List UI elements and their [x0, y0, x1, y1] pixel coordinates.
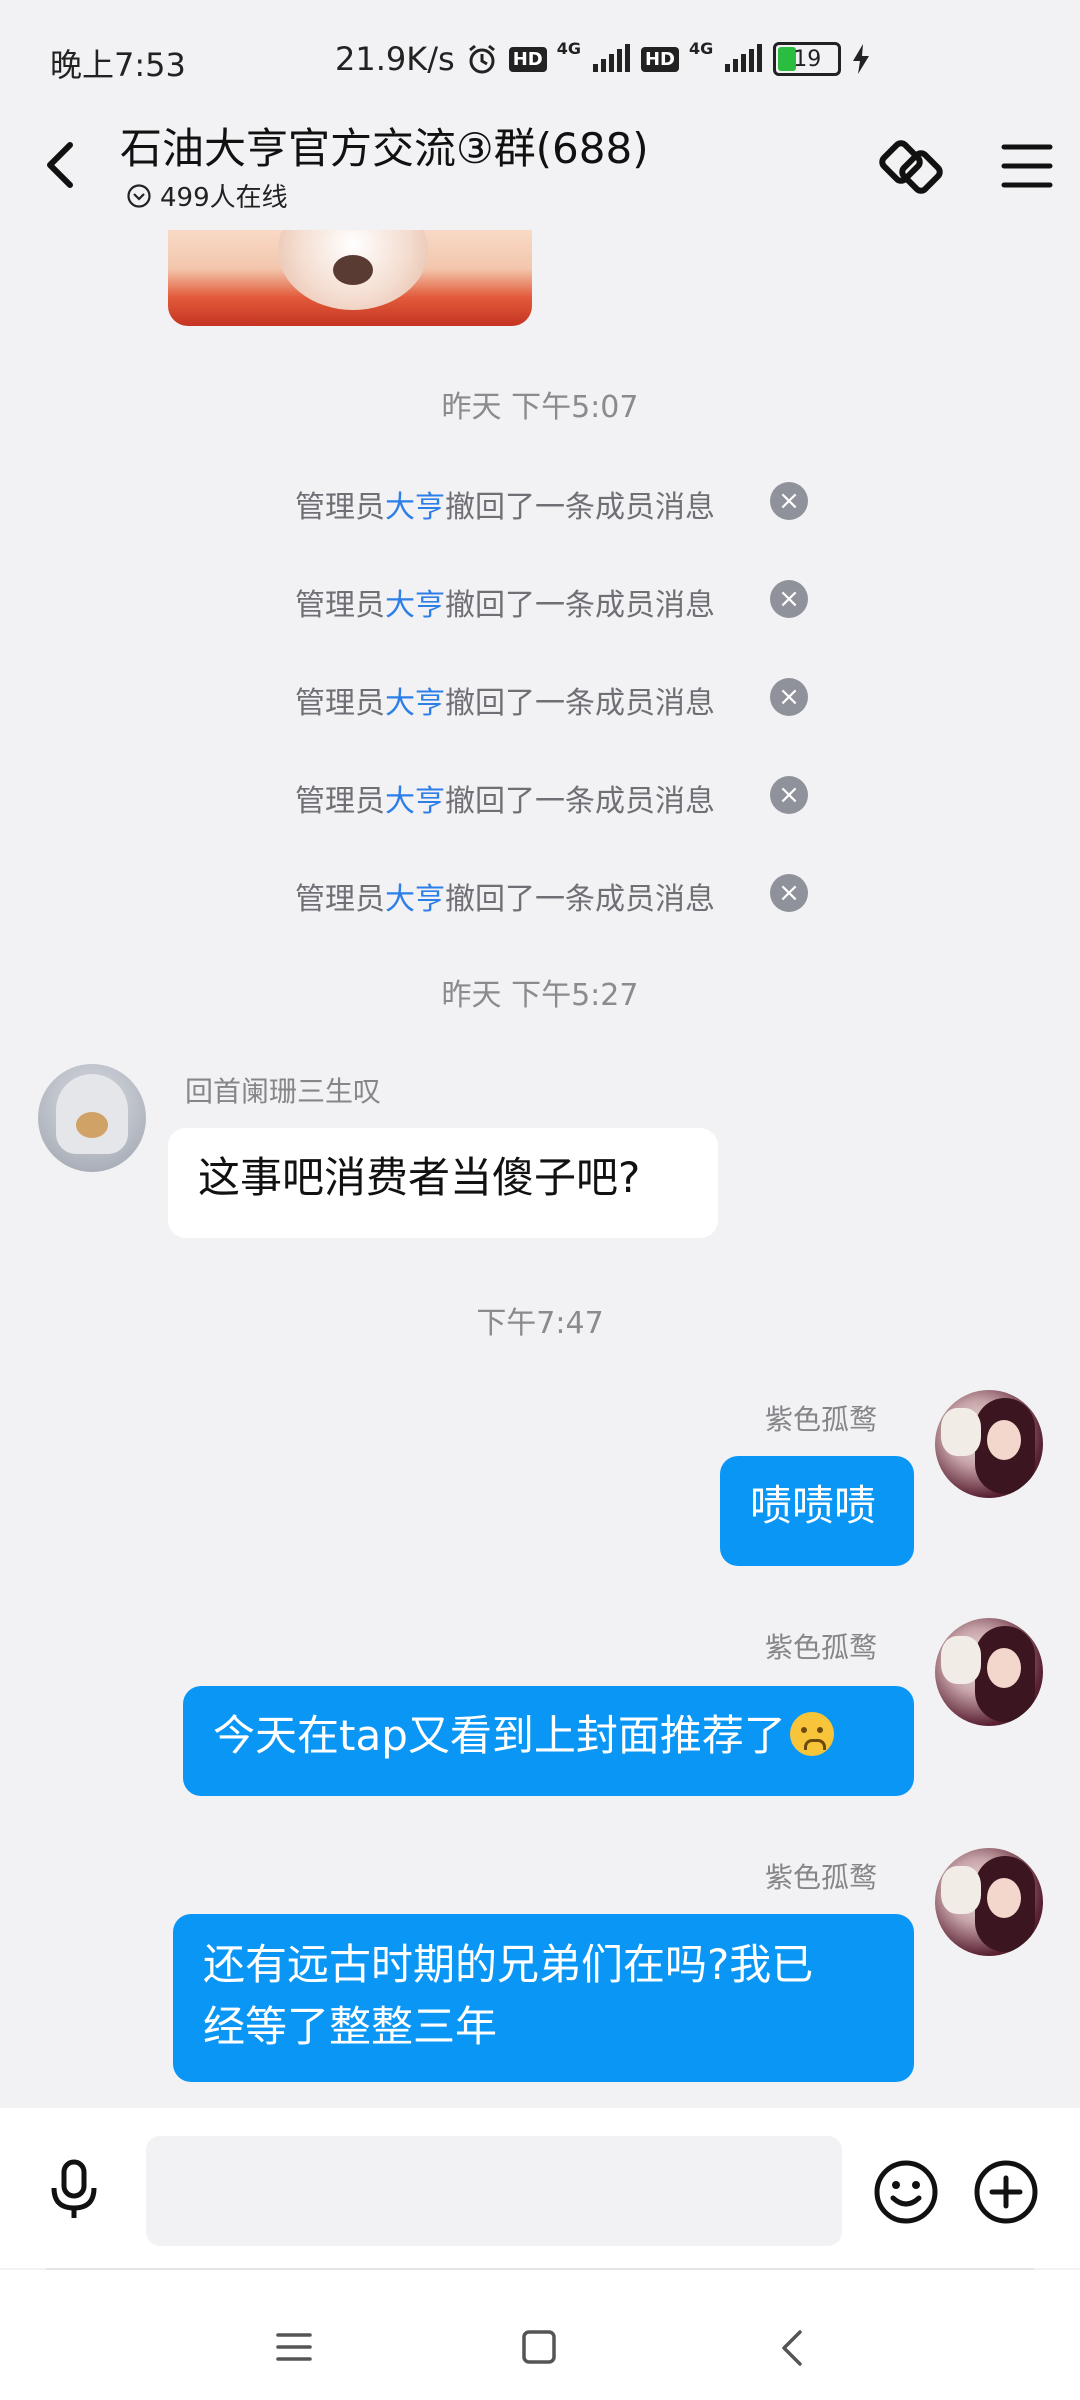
recall-notice: 管理员大亨撤回了一条成员消息 × — [0, 476, 1080, 526]
back-nav-icon — [782, 2330, 802, 2366]
chat-header: 石油大亨官方交流③群(688) 499人在线 — [0, 115, 1080, 230]
message-bubble[interactable]: 还有远古时期的兄弟们在吗?我已 经等了整整三年 — [173, 1914, 914, 2082]
network-type-label: 4G — [556, 39, 581, 58]
hd-icon: HD — [508, 46, 547, 72]
sender-name[interactable]: 回首阑珊三生叹 — [185, 1070, 381, 1110]
online-dropdown-icon — [127, 183, 151, 208]
menu-icon — [1001, 144, 1053, 188]
worried-emoji-icon — [789, 1712, 834, 1756]
sender-name[interactable]: 紫色孤鹜 — [765, 1856, 877, 1896]
online-status[interactable]: 499人在线 — [126, 177, 288, 214]
back-arrow-icon — [47, 142, 73, 188]
avatar[interactable] — [935, 1618, 1043, 1726]
message-bubble[interactable]: 今天在tap又看到上封面推荐了 — [183, 1686, 914, 1796]
close-icon[interactable]: × — [770, 580, 808, 618]
close-icon[interactable]: × — [770, 482, 808, 520]
recall-notice: 管理员大亨撤回了一条成员消息 × — [0, 770, 1080, 820]
timestamp: 昨天 下午5:07 — [441, 390, 639, 425]
back-button[interactable] — [38, 135, 82, 195]
status-time: 晚上7:53 — [50, 46, 186, 84]
timestamp: 下午7:47 — [476, 1306, 604, 1341]
recent-apps-button[interactable] — [274, 2330, 314, 2364]
close-icon[interactable]: × — [770, 874, 808, 912]
voice-button[interactable] — [42, 2158, 106, 2222]
avatar[interactable] — [935, 1848, 1043, 1956]
menu-button[interactable] — [1000, 139, 1054, 193]
status-indicators: 21.9K/s HD 4G HD 4G 19 — [335, 40, 871, 78]
battery-level: 19 — [793, 46, 822, 72]
charging-icon — [851, 44, 871, 74]
signal-4g-icon — [591, 44, 631, 74]
recall-notice: 管理员大亨撤回了一条成员消息 × — [0, 574, 1080, 624]
close-icon[interactable]: × — [770, 678, 808, 716]
recall-notice: 管理员大亨撤回了一条成员消息 × — [0, 672, 1080, 722]
message-text: 今天在tap又看到上封面推荐了 — [213, 1711, 786, 1760]
message-text-line: 还有远古时期的兄弟们在吗?我已 — [203, 1940, 814, 1989]
home-nav-icon — [522, 2330, 556, 2364]
hd-icon: HD — [640, 46, 679, 72]
more-button[interactable] — [972, 2158, 1040, 2226]
admin-link[interactable]: 大亨 — [385, 490, 445, 525]
admin-link[interactable]: 大亨 — [385, 882, 445, 917]
image-message[interactable] — [168, 230, 532, 326]
system-nav-bar — [0, 2270, 1080, 2400]
message-input[interactable] — [146, 2136, 842, 2246]
emoji-button[interactable] — [872, 2158, 940, 2226]
link-button[interactable] — [878, 133, 946, 201]
microphone-icon — [51, 2159, 97, 2218]
alarm-icon — [465, 42, 499, 76]
menu-nav-icon — [276, 2333, 312, 2361]
back-nav-button[interactable] — [774, 2326, 810, 2370]
network-speed: 21.9K/s — [335, 40, 455, 78]
status-bar: 晚上7:53 21.9K/s HD 4G HD 4G 19 — [0, 0, 1080, 120]
link-icon — [879, 140, 943, 194]
admin-link[interactable]: 大亨 — [385, 686, 445, 721]
sender-name[interactable]: 紫色孤鹜 — [765, 1398, 877, 1438]
close-icon[interactable]: × — [770, 776, 808, 814]
network-type-label: 4G — [688, 39, 714, 58]
message-bubble[interactable]: 啧啧啧 — [720, 1456, 914, 1566]
emoji-icon — [874, 2160, 938, 2224]
online-count: 499人在线 — [160, 183, 288, 213]
admin-link[interactable]: 大亨 — [385, 784, 445, 819]
sender-name[interactable]: 紫色孤鹜 — [765, 1626, 877, 1666]
timestamp: 昨天 下午5:27 — [441, 978, 639, 1013]
recall-notice: 管理员大亨撤回了一条成员消息 × — [0, 868, 1080, 918]
message-text-line: 经等了整整三年 — [203, 2002, 498, 2051]
avatar[interactable] — [38, 1064, 146, 1172]
admin-link[interactable]: 大亨 — [385, 588, 445, 623]
signal-4g-icon — [723, 44, 763, 74]
input-bar — [0, 2108, 1080, 2268]
battery-icon: 19 — [773, 42, 842, 76]
group-title[interactable]: 石油大亨官方交流③群(688) — [120, 115, 649, 176]
avatar[interactable] — [935, 1390, 1043, 1498]
message-bubble[interactable]: 这事吧消费者当傻子吧? — [168, 1128, 718, 1238]
home-button[interactable] — [520, 2328, 558, 2366]
plus-icon — [974, 2160, 1038, 2224]
